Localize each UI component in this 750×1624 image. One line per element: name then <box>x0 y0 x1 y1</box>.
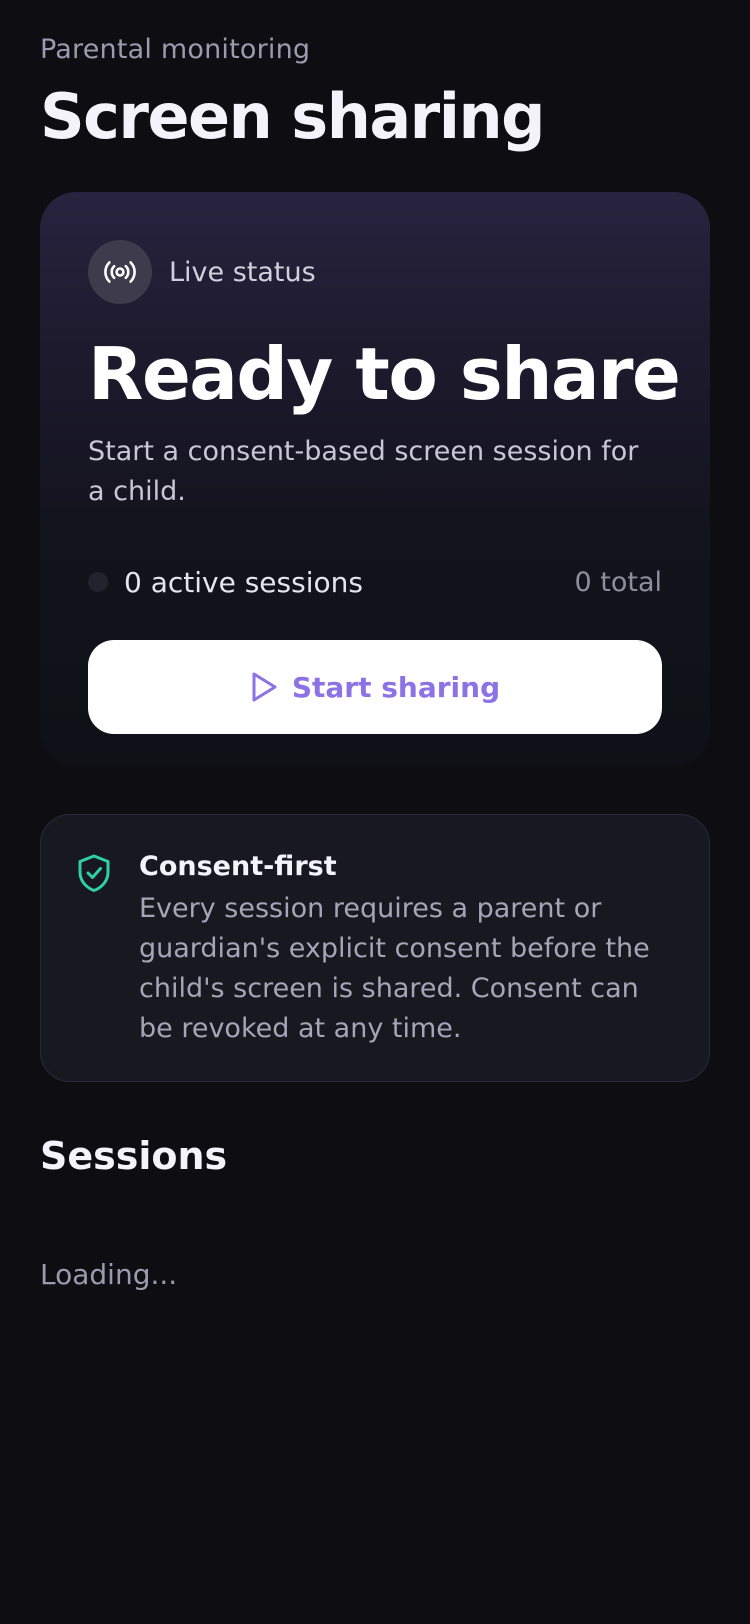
hero-title: Ready to share <box>88 332 681 416</box>
shield-check-icon <box>77 853 111 897</box>
status-dot <box>88 572 108 592</box>
consent-description: Every session requires a parent or guard… <box>139 893 650 1044</box>
broadcast-icon <box>88 240 152 304</box>
live-status-row: Live status <box>88 240 316 304</box>
live-status-label: Live status <box>169 256 316 288</box>
sessions-heading: Sessions <box>40 1134 228 1178</box>
start-sharing-button[interactable]: Start sharing <box>88 640 662 734</box>
page-title: Screen sharing <box>40 80 546 153</box>
consent-title: Consent-first <box>139 851 337 882</box>
live-status-card: Live status Ready to share Start a conse… <box>40 192 710 766</box>
play-icon <box>250 671 278 703</box>
consent-info-card: Consent-first Every session requires a p… <box>40 814 710 1082</box>
sessions-loading-text: Loading... <box>40 1258 178 1291</box>
hero-description: Start a consent-based screen session for… <box>88 436 639 507</box>
total-sessions-count: 0 total <box>574 566 663 598</box>
active-sessions-count: 0 active sessions <box>124 565 363 599</box>
page-eyebrow: Parental monitoring <box>40 34 311 65</box>
start-sharing-label: Start sharing <box>291 670 501 704</box>
active-sessions: 0 active sessions <box>88 566 363 599</box>
session-counts: 0 active sessions 0 total <box>88 562 662 602</box>
